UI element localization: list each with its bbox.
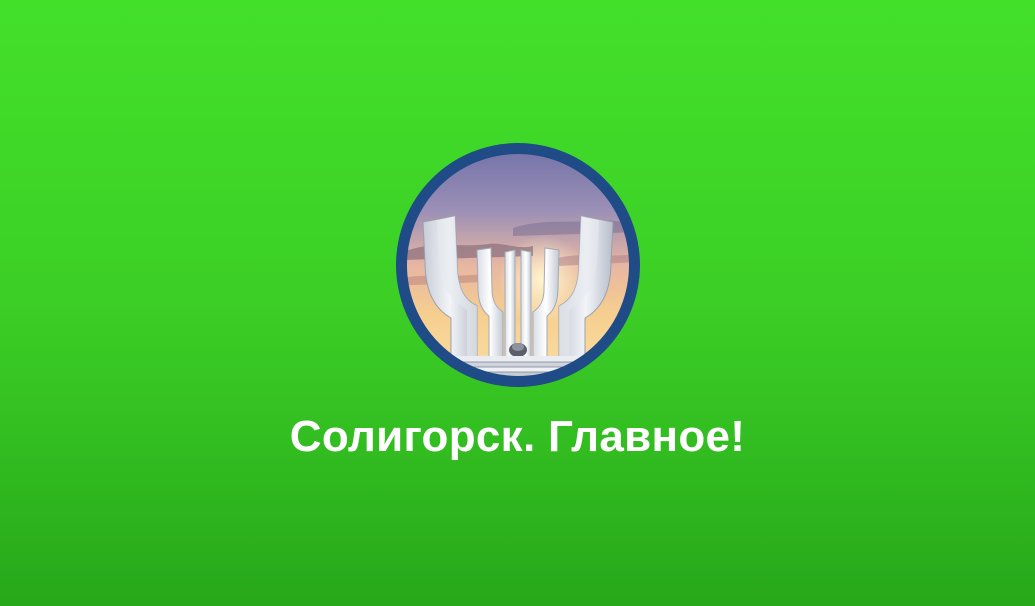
soligorsk-monument-logo-icon (396, 143, 640, 387)
page-title: Солигорск. Главное! (289, 412, 746, 461)
logo (393, 140, 643, 390)
